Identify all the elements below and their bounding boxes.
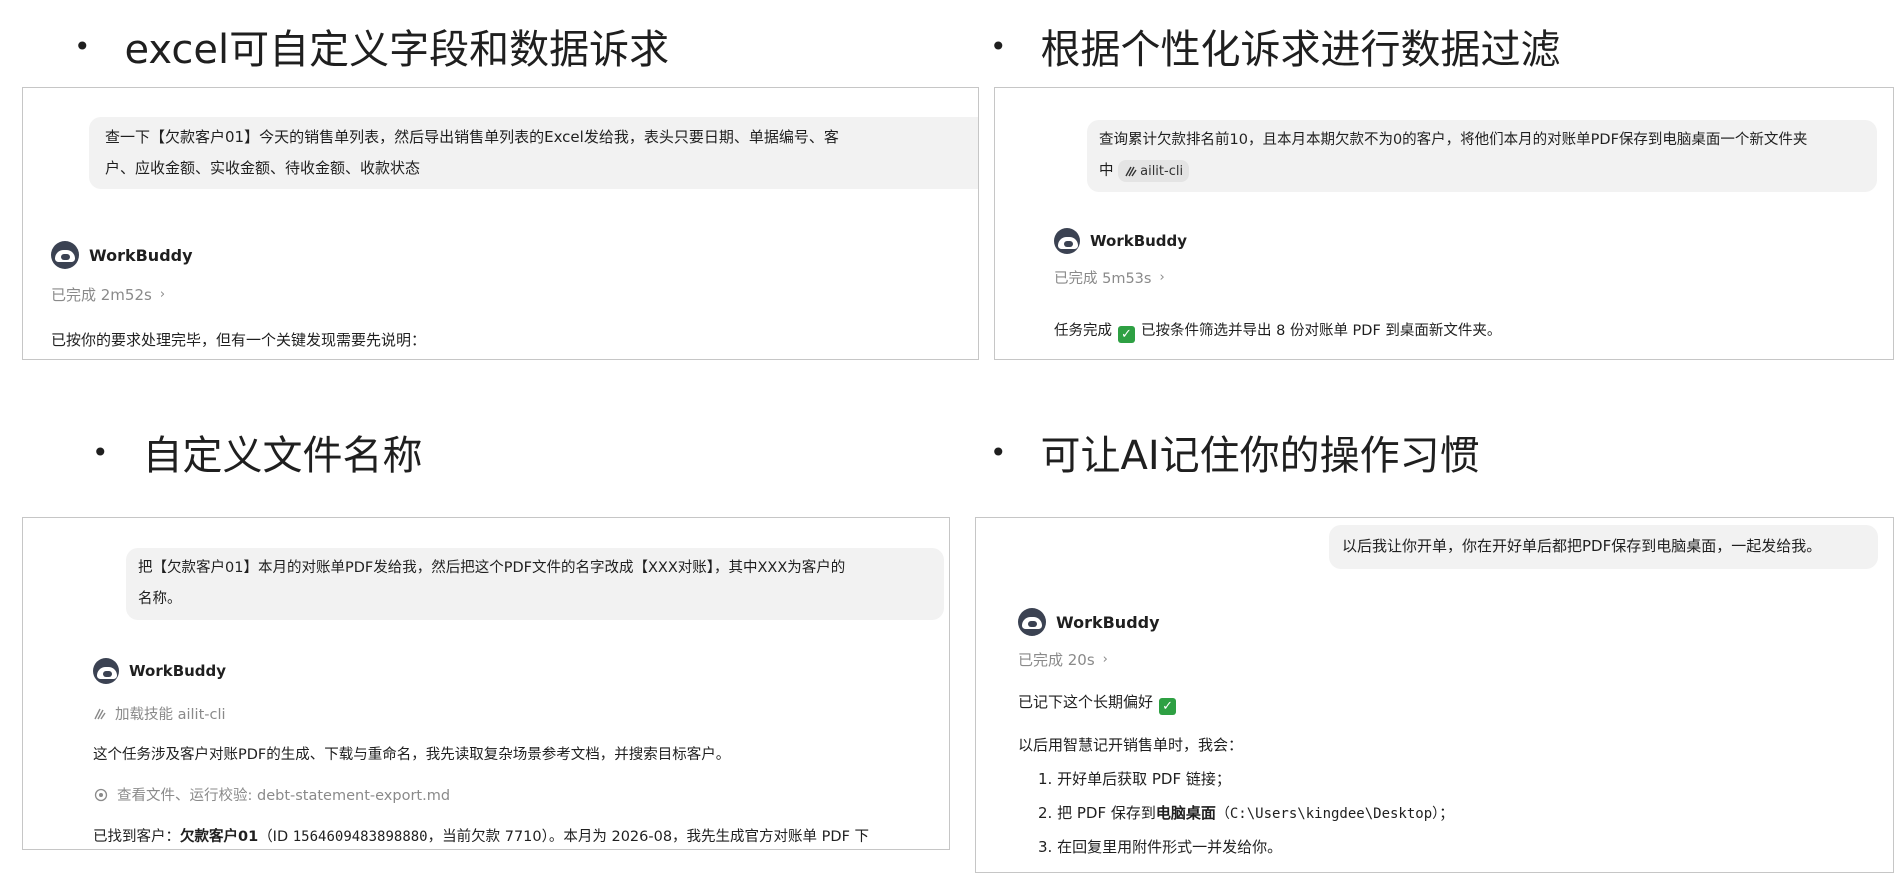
user-message-line: 查一下【欠款客户01】今天的销售单列表，然后导出销售单列表的Excel发给我，表… [105,128,839,146]
run-status-toggle[interactable]: 已完成 2m52s › [51,284,165,305]
skill-load-row[interactable]: 加载技能 ailit-cli [93,703,226,724]
run-status-text: 已完成 5m53s [1054,271,1152,287]
chevron-right-icon: › [1102,652,1108,667]
agent-reply-text: 这个任务涉及客户对账PDF的生成、下载与重命名，我先读取复杂场景参考文档，并搜索… [93,747,731,763]
eye-icon [93,788,109,802]
bullet-dot: • [74,29,91,63]
user-message-line: 名称。 [138,591,182,607]
section-title-text: excel可自定义字段和数据诉求 [124,27,670,73]
run-status-text: 已完成 20s [1018,651,1095,669]
plan-intro: 以后用智慧记开销售单时，我会： [1018,736,1244,754]
agent-name: WorkBuddy [89,245,193,265]
customer-name: 欠款客户01 [180,829,259,845]
section-title-excel: • excel可自定义字段和数据诉求 [74,14,669,78]
plan-step: 1. 开好单后获取 PDF 链接； [1038,770,1231,788]
found-id-prefix: （ID [258,829,293,845]
run-status-toggle[interactable]: 已完成 5m53s › [1054,267,1165,288]
user-message-line: 中 ailit-cli [1099,156,1865,187]
plan-step: 3. 在回复里用附件形式一并发给你。 [1038,838,1283,856]
section-title-text: 自定义文件名称 [142,433,423,479]
user-message-bubble: 以后我让你开单，你在开好单后都把PDF保存到电脑桌面，一起发给我。 [1329,525,1878,569]
agent-avatar [51,241,79,269]
agent-found-text: 已找到客户：欠款客户01（ID 1564609483898880，当前欠款 77… [93,825,869,846]
section-title-text: 可让AI记住你的操作习惯 [1040,433,1480,479]
found-prefix: 已找到客户： [93,829,180,845]
user-message-line: 以后我让你开单，你在开好单后都把PDF保存到电脑桌面，一起发给我。 [1342,537,1822,555]
section-title-text: 根据个性化诉求进行数据过滤 [1040,27,1561,73]
section-title-filter: • 根据个性化诉求进行数据过滤 [990,14,1561,78]
step-prefix: 2. 把 PDF 保存到 [1038,804,1156,822]
remembered-label: 已记下这个长期偏好 [1018,693,1154,711]
agent-name: WorkBuddy [1090,232,1188,250]
agent-avatar [1018,608,1046,636]
bullet-dot: • [990,29,1007,63]
chat-panel-habits: 以后我让你开单，你在开好单后都把PDF保存到电脑桌面，一起发给我。 WorkBu… [975,517,1894,873]
view-files-row[interactable]: 查看文件、运行校验: debt-statement-export.md [93,784,450,805]
agent-avatar [93,658,119,684]
user-message-bubble: 把【欠款客户01】本月的对账单PDF发给我，然后把这个PDF文件的名字改成【XX… [126,548,944,620]
check-mark-icon: ✓ [1159,698,1177,715]
user-message-bubble: 查一下【欠款客户01】今天的销售单列表，然后导出销售单列表的Excel发给我，表… [89,117,978,189]
user-message-prefix: 中 [1099,163,1114,179]
agent-header: WorkBuddy [1054,228,1187,254]
remembered-text: 已记下这个长期偏好 ✓ [1018,691,1182,715]
skill-icon [93,707,107,721]
chevron-right-icon: › [159,287,166,302]
step-bold: 电脑桌面 [1155,804,1216,822]
agent-reply-text: 任务完成 ✓ 已按条件筛选并导出 8 份对账单 PDF 到桌面新文件夹。 [1054,319,1501,343]
section-title-filename: • 自定义文件名称 [92,420,423,484]
bullet-dot: • [990,435,1007,469]
skill-chip[interactable]: ailit-cli [1118,160,1190,182]
section-title-habits: • 可让AI记住你的操作习惯 [990,420,1480,484]
skill-icon [1125,166,1137,176]
chevron-right-icon: › [1159,270,1165,285]
user-message-line: 户、应收金额、实收金额、待收金额、收款状态 [105,159,421,177]
agent-name: WorkBuddy [1056,612,1160,632]
reply-prefix: 任务完成 [1054,323,1112,339]
check-mark-icon: ✓ [1118,326,1135,343]
step-suffix: ； [1439,804,1455,822]
plan-step: 2. 把 PDF 保存到电脑桌面（C:\Users\kingdee\Deskto… [1038,802,1454,823]
reply-suffix: 已按条件筛选并导出 8 份对账单 PDF 到桌面新文件夹。 [1141,323,1502,339]
user-message-line: 查询累计欠款排名前10，且本月本期欠款不为0的客户，将他们本月的对账单PDF保存… [1099,132,1808,148]
user-message-line: 把【欠款客户01】本月的对账单PDF发给我，然后把这个PDF文件的名字改成【XX… [138,560,846,576]
bullet-dot: • [92,435,109,469]
agent-name: WorkBuddy [129,662,227,680]
agent-avatar [1054,228,1080,254]
agent-header: WorkBuddy [93,658,226,684]
customer-id: 1564609483898880 [292,829,428,845]
agent-reply-text: 已按你的要求处理完毕，但有一个关键发现需要先说明： [51,331,427,349]
skill-load-text: 加载技能 ailit-cli [115,707,226,723]
agent-header: WorkBuddy [1018,608,1160,636]
run-status-toggle[interactable]: 已完成 20s › [1018,649,1108,670]
chat-panel-excel: 查一下【欠款客户01】今天的销售单列表，然后导出销售单列表的Excel发给我，表… [22,87,979,360]
desktop-path: （C:\Users\kingdee\Desktop） [1215,806,1440,822]
user-message-bubble: 查询累计欠款排名前10，且本月本期欠款不为0的客户，将他们本月的对账单PDF保存… [1087,120,1877,192]
chat-panel-filename: 把【欠款客户01】本月的对账单PDF发给我，然后把这个PDF文件的名字改成【XX… [22,517,950,850]
found-suffix: ，当前欠款 7710）。本月为 2026-08，我先生成官方对账单 PDF 下 [427,829,870,845]
run-status-text: 已完成 2m52s [51,286,152,304]
agent-header: WorkBuddy [51,241,193,269]
skill-chip-label: ailit-cli [1140,163,1184,179]
chat-panel-filter: 查询累计欠款排名前10，且本月本期欠款不为0的客户，将他们本月的对账单PDF保存… [994,87,1894,360]
view-files-text: 查看文件、运行校验: debt-statement-export.md [117,788,451,804]
